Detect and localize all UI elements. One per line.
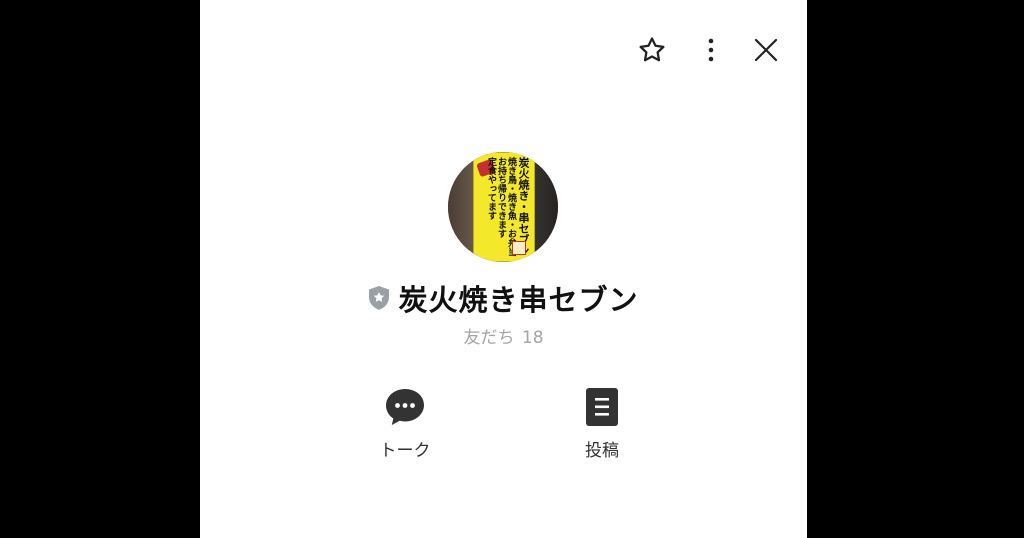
star-icon xyxy=(639,37,665,62)
more-vertical-icon xyxy=(708,38,714,62)
profile-name-row: 炭火焼き串セブン xyxy=(200,277,807,319)
document-icon xyxy=(586,388,618,426)
talk-button[interactable]: トーク xyxy=(355,386,455,461)
friends-label: 友だち xyxy=(463,328,515,348)
friends-count-text: 友だち 18 xyxy=(200,323,807,348)
avatar-sign-board: 炭火焼き・串セブン 焼き鳥・焼き魚・お弁当 お持ち帰りできます 定食やってます xyxy=(473,152,535,262)
close-icon xyxy=(754,38,778,62)
posts-label: 投稿 xyxy=(585,441,619,461)
chat-bubble-icon xyxy=(386,389,424,425)
friends-count: 18 xyxy=(521,328,544,348)
posts-button[interactable]: 投稿 xyxy=(552,386,652,461)
sign-text: お持ち帰りできます xyxy=(496,157,506,238)
favorite-star-button[interactable] xyxy=(636,34,668,66)
profile-name: 炭火焼き串セブン xyxy=(398,283,639,317)
more-options-button[interactable] xyxy=(695,34,727,66)
sign-stamp xyxy=(512,241,526,255)
talk-label: トーク xyxy=(379,441,431,461)
close-button[interactable] xyxy=(750,34,782,66)
profile-avatar[interactable]: 炭火焼き・串セブン 焼き鳥・焼き魚・お弁当 お持ち帰りできます 定食やってます xyxy=(448,152,558,262)
sign-text: 定食やってます xyxy=(486,157,496,220)
profile-panel: 炭火焼き・串セブン 焼き鳥・焼き魚・お弁当 お持ち帰りできます 定食やってます … xyxy=(200,0,807,538)
official-shield-icon xyxy=(368,285,390,311)
